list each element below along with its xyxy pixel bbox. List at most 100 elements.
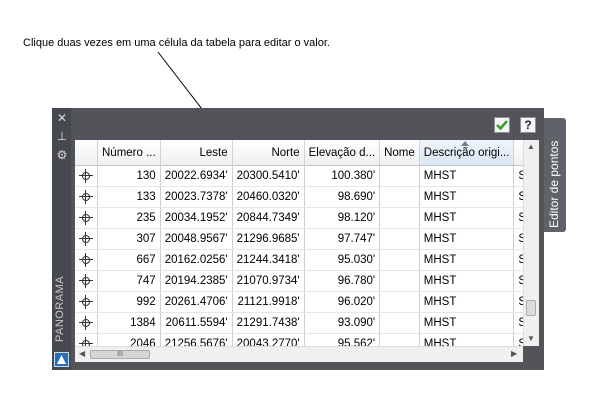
row-point-cell <box>75 270 98 292</box>
column-header-name[interactable]: Nome <box>379 140 420 166</box>
table-row[interactable]: 138420611.5594'21291.7438'93.090' MHSTS <box>75 312 523 334</box>
column-header-elevation[interactable]: Elevação d... <box>304 140 381 166</box>
cell-name[interactable] <box>379 207 420 229</box>
cell-elevation[interactable]: 96.780' <box>304 270 381 292</box>
point-icon <box>79 274 93 288</box>
cell-northing[interactable]: 20844.7349' <box>232 207 305 229</box>
cell-raw-description[interactable]: MHST <box>419 207 515 229</box>
table-row[interactable]: 13020022.6934'20300.5410'100.380' MHSTS <box>75 165 523 187</box>
cell-name[interactable] <box>379 228 420 250</box>
cell-raw-description[interactable]: MHST <box>419 312 515 334</box>
row-point-cell <box>75 312 98 334</box>
table-row[interactable]: 74720194.2385'21070.9734'96.780' MHSTS <box>75 270 523 292</box>
cell-number[interactable]: 307 <box>97 228 161 250</box>
row-point-cell <box>75 333 98 346</box>
cell-name[interactable] <box>379 165 420 187</box>
vertical-scrollbar[interactable]: ▲ ▼ <box>523 140 539 346</box>
tab-point-editor[interactable]: Editor de pontos <box>544 118 566 232</box>
cell-number[interactable]: 235 <box>97 207 161 229</box>
cell-easting[interactable]: 20022.6934' <box>160 165 233 187</box>
cell-easting[interactable]: 20162.0256' <box>160 249 233 271</box>
cell-number[interactable]: 747 <box>97 270 161 292</box>
vertical-scroll-thumb[interactable] <box>526 300 536 316</box>
cell-number[interactable]: 1384 <box>97 312 161 334</box>
cell-raw-description[interactable]: MHST <box>419 333 515 346</box>
cell-raw-description[interactable]: MHST <box>419 228 515 250</box>
table-row[interactable]: 30720048.9567'21296.9685'97.747' MHSTS <box>75 228 523 250</box>
cell-elevation[interactable]: 93.090' <box>304 312 381 334</box>
column-header-extra[interactable] <box>513 140 523 166</box>
cell-easting[interactable]: 20048.9567' <box>160 228 233 250</box>
cell-name[interactable] <box>379 291 420 313</box>
column-header-easting[interactable]: Leste <box>160 140 233 166</box>
scroll-left-arrow-icon[interactable]: ◀ <box>79 349 85 358</box>
cell-easting[interactable]: 20611.5594' <box>160 312 233 334</box>
scroll-right-arrow-icon[interactable]: ▶ <box>511 349 517 358</box>
cell-name[interactable] <box>379 249 420 271</box>
cell-elevation[interactable]: 97.747' <box>304 228 381 250</box>
cell-name[interactable] <box>379 333 420 346</box>
cell-extra[interactable]: S <box>513 270 523 292</box>
cell-northing[interactable]: 21291.7438' <box>232 312 305 334</box>
cell-extra[interactable]: S <box>513 207 523 229</box>
cell-northing[interactable]: 21121.9918' <box>232 291 305 313</box>
cell-raw-description[interactable]: MHST <box>419 186 515 208</box>
scroll-up-arrow-icon[interactable]: ▲ <box>527 142 535 151</box>
cell-extra[interactable]: S <box>513 228 523 250</box>
table-row[interactable]: 66720162.0256'21244.3418'95.030' MHSTS <box>75 249 523 271</box>
cell-number[interactable]: 667 <box>97 249 161 271</box>
column-header-northing[interactable]: Norte <box>232 140 305 166</box>
help-button[interactable]: ? <box>520 117 536 133</box>
cell-name[interactable] <box>379 312 420 334</box>
cell-northing[interactable]: 21296.9685' <box>232 228 305 250</box>
column-header-number[interactable]: Número ... <box>97 140 161 166</box>
cell-name[interactable] <box>379 186 420 208</box>
cell-extra[interactable]: S <box>513 291 523 313</box>
cell-raw-description[interactable]: MHST <box>419 291 515 313</box>
point-icon <box>79 316 93 330</box>
cell-elevation[interactable]: 100.380' <box>304 165 381 187</box>
cell-raw-description[interactable]: MHST <box>419 249 515 271</box>
cell-elevation[interactable]: 98.690' <box>304 186 381 208</box>
table-row[interactable]: 204621256.5676'20043.2770'95.562' MHSTS <box>75 333 523 346</box>
cell-easting[interactable]: 20194.2385' <box>160 270 233 292</box>
cell-northing[interactable]: 20460.0320' <box>232 186 305 208</box>
cell-northing[interactable]: 20300.5410' <box>232 165 305 187</box>
cell-easting[interactable]: 20034.1952' <box>160 207 233 229</box>
cell-northing[interactable]: 20043.2770' <box>232 333 305 346</box>
cell-number[interactable]: 992 <box>97 291 161 313</box>
cell-elevation[interactable]: 95.030' <box>304 249 381 271</box>
settings-icon[interactable]: ⚙ <box>56 149 68 161</box>
cell-easting[interactable]: 20261.4706' <box>160 291 233 313</box>
cell-name[interactable] <box>379 270 420 292</box>
cell-easting[interactable]: 20023.7378' <box>160 186 233 208</box>
close-icon[interactable]: ✕ <box>56 112 68 124</box>
horizontal-scroll-thumb[interactable]: III <box>90 350 150 359</box>
scroll-down-arrow-icon[interactable]: ▼ <box>527 334 535 343</box>
cell-raw-description[interactable]: MHST <box>419 270 515 292</box>
cell-easting[interactable]: 21256.5676' <box>160 333 233 346</box>
cell-elevation[interactable]: 98.120' <box>304 207 381 229</box>
cell-number[interactable]: 2046 <box>97 333 161 346</box>
row-point-cell <box>75 186 98 208</box>
table-row[interactable]: 13320023.7378'20460.0320'98.690' MHSTS <box>75 186 523 208</box>
pin-icon[interactable]: ⊥ <box>56 130 68 142</box>
cell-extra[interactable]: S <box>513 249 523 271</box>
cell-number[interactable]: 130 <box>97 165 161 187</box>
cell-elevation[interactable]: 95.562' <box>304 333 381 346</box>
table-row[interactable]: 99220261.4706'21121.9918'96.020' MHSTS <box>75 291 523 313</box>
horizontal-scrollbar[interactable]: ◀ III ▶ <box>75 346 523 362</box>
table-row[interactable]: 23520034.1952'20844.7349'98.120' MHSTS <box>75 207 523 229</box>
cell-extra[interactable]: S <box>513 165 523 187</box>
cell-number[interactable]: 133 <box>97 186 161 208</box>
cell-extra[interactable]: S <box>513 312 523 334</box>
apply-button[interactable] <box>494 117 510 133</box>
autocad-logo-icon[interactable] <box>54 352 69 367</box>
cell-elevation[interactable]: 96.020' <box>304 291 381 313</box>
cell-raw-description[interactable]: MHST <box>419 165 515 187</box>
cell-northing[interactable]: 21070.9734' <box>232 270 305 292</box>
cell-extra[interactable]: S <box>513 186 523 208</box>
column-header-icon[interactable] <box>75 140 98 166</box>
cell-northing[interactable]: 21244.3418' <box>232 249 305 271</box>
cell-extra[interactable]: S <box>513 333 523 346</box>
